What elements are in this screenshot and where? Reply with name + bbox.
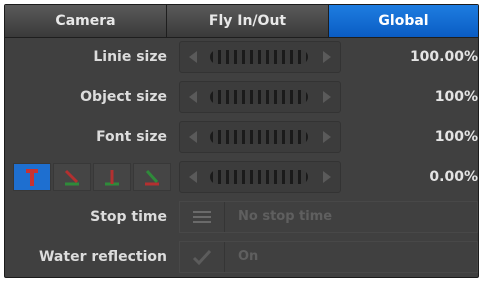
object-size-row: Object size 100% <box>5 81 478 113</box>
axis-y-button[interactable] <box>13 163 51 191</box>
line-size-row: Linie size 100.00% <box>5 41 478 73</box>
water-reflection-checkbox[interactable] <box>180 242 225 272</box>
arrow-right-icon[interactable] <box>323 91 331 103</box>
axis-rotation-value: 0.00% <box>429 169 478 185</box>
axis-xz-button[interactable] <box>93 163 131 191</box>
tab-label: Camera <box>55 13 116 29</box>
slider-knob[interactable] <box>210 170 308 184</box>
font-size-value: 100% <box>434 129 478 145</box>
slider-knob[interactable] <box>210 50 308 64</box>
font-size-label: Font size <box>96 129 167 145</box>
axis-y-icon <box>26 169 38 186</box>
water-reflection-value: On <box>238 249 259 264</box>
global-settings-panel: Camera Fly In/Out Global Linie size 100.… <box>4 4 479 278</box>
arrow-right-icon[interactable] <box>323 171 331 183</box>
object-size-slider[interactable] <box>179 81 341 113</box>
object-size-value: 100% <box>434 89 478 105</box>
water-reflection-field[interactable]: On <box>179 241 478 273</box>
axis-yz-button[interactable] <box>133 163 171 191</box>
font-size-row: Font size 100% <box>5 121 478 153</box>
axis-xy-icon <box>64 169 79 186</box>
axis-selector <box>13 163 171 191</box>
line-size-label: Linie size <box>93 49 167 65</box>
line-size-slider[interactable] <box>179 41 341 73</box>
tab-label: Fly In/Out <box>208 13 287 29</box>
list-button[interactable] <box>180 202 225 232</box>
axis-rotation-slider[interactable] <box>179 161 341 193</box>
axis-xz-icon <box>105 170 119 186</box>
water-reflection-row: Water reflection On <box>5 241 478 273</box>
axis-xy-button[interactable] <box>53 163 91 191</box>
arrow-left-icon[interactable] <box>189 91 197 103</box>
tab-camera[interactable]: Camera <box>5 5 167 38</box>
tab-global[interactable]: Global <box>329 5 478 38</box>
arrow-right-icon[interactable] <box>323 51 331 63</box>
checkmark-icon <box>192 249 212 266</box>
stop-time-field[interactable]: No stop time <box>179 201 478 233</box>
list-icon <box>193 211 211 223</box>
tab-fly-in-out[interactable]: Fly In/Out <box>167 5 329 38</box>
slider-knob[interactable] <box>210 130 308 144</box>
arrow-right-icon[interactable] <box>323 131 331 143</box>
axis-yz-icon <box>145 169 159 186</box>
stop-time-value: No stop time <box>238 209 333 224</box>
stop-time-row: Stop time No stop time <box>5 201 478 233</box>
water-reflection-label: Water reflection <box>38 249 167 265</box>
arrow-left-icon[interactable] <box>189 51 197 63</box>
axis-rotation-row: 0.00% <box>5 161 478 193</box>
tab-bar: Camera Fly In/Out Global <box>5 5 478 38</box>
object-size-label: Object size <box>80 89 167 105</box>
tab-label: Global <box>378 13 429 29</box>
slider-knob[interactable] <box>210 90 308 104</box>
arrow-left-icon[interactable] <box>189 171 197 183</box>
stop-time-label: Stop time <box>90 209 167 225</box>
arrow-left-icon[interactable] <box>189 131 197 143</box>
line-size-value: 100.00% <box>409 49 478 65</box>
font-size-slider[interactable] <box>179 121 341 153</box>
